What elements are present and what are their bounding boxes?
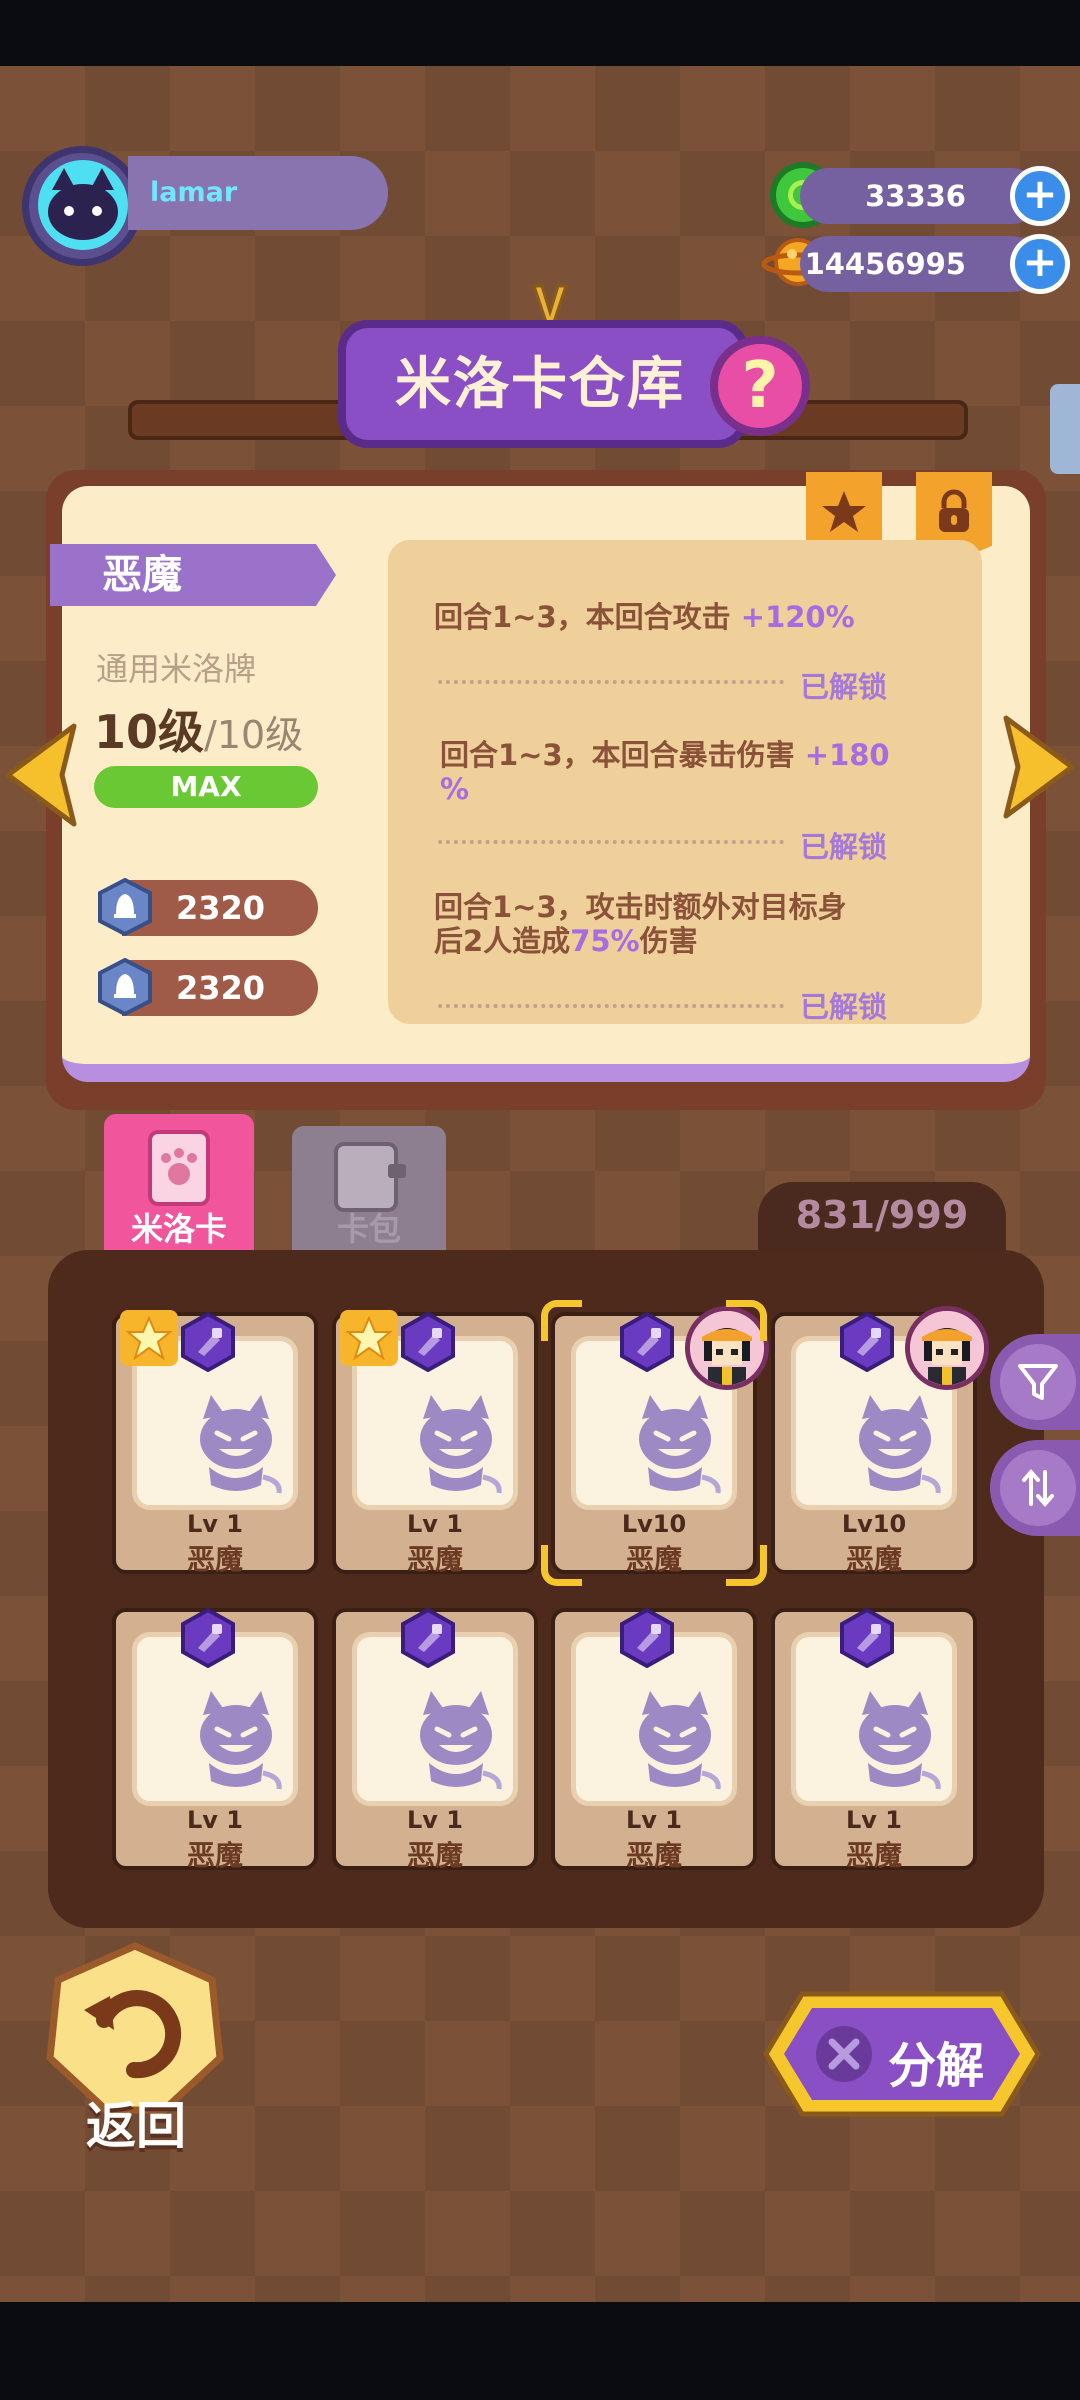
- skill-3-text: 回合1~3，攻击时额外对目标身 后2人造成75%伤害: [434, 890, 847, 958]
- card-name: 恶魔: [845, 1543, 902, 1576]
- next-card-arrow[interactable]: [996, 712, 1080, 822]
- card-slot[interactable]: Lv 1 恶魔: [551, 1607, 757, 1872]
- card-name: 恶魔: [625, 1543, 682, 1576]
- card-level: Lv 1: [187, 1510, 243, 1538]
- card-slot[interactable]: Lv 1 恶魔: [332, 1310, 538, 1576]
- card-type-label: 通用米洛牌: [96, 650, 257, 688]
- card-name: 恶魔: [186, 1839, 243, 1872]
- currency-amount-green: 33336: [800, 168, 1040, 224]
- devil-icon: [840, 1389, 950, 1499]
- divider: [438, 1004, 784, 1008]
- bottom-nav-bar: [0, 2302, 1080, 2400]
- rune-hex-icon: [839, 1607, 895, 1669]
- tab-label: 米洛卡: [130, 1210, 227, 1248]
- card-level: Lv 1: [407, 1510, 463, 1538]
- card-slot[interactable]: Lv10 恶魔: [771, 1306, 989, 1576]
- card-level: Lv10: [841, 1510, 907, 1538]
- card-slot[interactable]: Lv 1 恶魔: [112, 1607, 318, 1872]
- card-name: 恶魔: [406, 1543, 463, 1576]
- tab-label: 卡包: [336, 1210, 401, 1248]
- skill-2-text: 回合1~3，本回合暴击伤害 +180%: [440, 738, 890, 806]
- add-currency-button[interactable]: +: [1010, 234, 1070, 294]
- filter-icon: [1018, 1364, 1058, 1400]
- rune-hex-icon: [400, 1607, 456, 1669]
- side-edge-decoration: [1050, 384, 1080, 474]
- lock-icon: [939, 489, 969, 532]
- skill-2-status: 已解锁: [800, 830, 888, 864]
- skill-3-status: 已解锁: [800, 990, 888, 1024]
- card-level: 10级/10级: [94, 696, 303, 762]
- level-current: 10级: [94, 705, 205, 759]
- skill-1-status: 已解锁: [800, 670, 888, 704]
- max-level-badge: MAX: [94, 766, 318, 808]
- selection-corner: [541, 1545, 582, 1586]
- rune-hex-icon: [400, 1311, 456, 1373]
- rune-hex-icon: [180, 1311, 236, 1373]
- star-badge-icon: [340, 1310, 398, 1366]
- rune-hex-icon: [839, 1311, 895, 1373]
- devil-icon: [401, 1685, 511, 1795]
- card-level: Lv 1: [626, 1806, 682, 1834]
- card-level: Lv10: [621, 1510, 687, 1538]
- card-slot[interactable]: Lv 1 恶魔: [332, 1607, 538, 1872]
- page-title: 米洛卡仓库: [395, 352, 685, 417]
- help-button[interactable]: ?: [710, 336, 810, 436]
- inventory-count: 831/999: [758, 1182, 1006, 1252]
- rune-hex-icon: [180, 1607, 236, 1669]
- devil-icon: [401, 1389, 511, 1499]
- selection-corner: [541, 1300, 582, 1341]
- bell-icon: [98, 878, 152, 936]
- avatar[interactable]: [38, 160, 128, 250]
- devil-icon: [620, 1685, 730, 1795]
- card-pack-icon: [334, 1142, 406, 1212]
- devil-icon: [840, 1685, 950, 1795]
- card-slot[interactable]: Lv10 恶魔: [541, 1300, 769, 1586]
- card-name: 恶魔: [845, 1839, 902, 1872]
- devil-icon: [181, 1389, 291, 1499]
- decompose-label: 分解: [888, 2038, 985, 2094]
- selection-corner: [726, 1300, 767, 1341]
- filter-button[interactable]: [990, 1334, 1080, 1430]
- card-level: Lv 1: [407, 1806, 463, 1834]
- add-currency-button[interactable]: +: [1010, 166, 1070, 226]
- divider: [438, 840, 784, 844]
- paw-card-icon: [148, 1130, 210, 1206]
- card-slot[interactable]: Lv 1 恶魔: [112, 1310, 318, 1576]
- prev-card-arrow[interactable]: [0, 720, 84, 830]
- sort-button[interactable]: [990, 1440, 1080, 1536]
- card-slot[interactable]: Lv 1 恶魔: [771, 1607, 977, 1872]
- card-name: 恶魔: [625, 1839, 682, 1872]
- back-label: 返回: [86, 2097, 186, 2155]
- skill-1-text: 回合1~3，本回合攻击 +120%: [434, 600, 855, 634]
- card-name-ribbon: 恶魔: [50, 544, 336, 606]
- star-icon: [822, 491, 866, 532]
- devil-icon: [181, 1685, 291, 1795]
- divider: [438, 680, 784, 684]
- bell-icon: [98, 958, 152, 1016]
- currency-amount-gold: 14456995: [800, 236, 1040, 292]
- player-name: lamar: [128, 156, 388, 230]
- card-level: Lv 1: [187, 1806, 243, 1834]
- card-name: 恶魔: [186, 1543, 243, 1576]
- tab-card-pack[interactable]: 卡包: [292, 1126, 446, 1256]
- devil-icon: [620, 1389, 730, 1499]
- sort-icon: [1022, 1468, 1054, 1508]
- card-level: Lv 1: [846, 1806, 902, 1834]
- selection-corner: [726, 1545, 767, 1586]
- equipped-character-avatar: [905, 1306, 989, 1390]
- rune-hex-icon: [619, 1607, 675, 1669]
- level-max: /10级: [204, 713, 304, 757]
- tab-milo-card[interactable]: 米洛卡: [104, 1114, 254, 1256]
- rune-hex-icon: [619, 1311, 675, 1373]
- star-badge-icon: [120, 1310, 178, 1366]
- card-name: 恶魔: [406, 1839, 463, 1872]
